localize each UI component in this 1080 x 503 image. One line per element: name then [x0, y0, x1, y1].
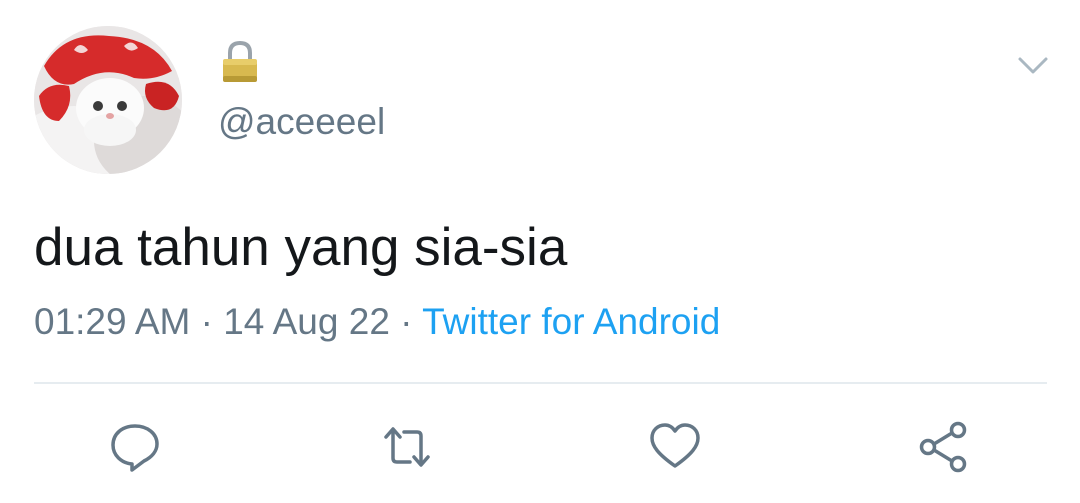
tweet-source-link[interactable]: Twitter for Android [422, 301, 720, 342]
meta-separator: · [389, 301, 423, 342]
heart-icon [650, 423, 700, 468]
lock-icon [223, 40, 257, 82]
share-icon [919, 421, 967, 473]
cat-avatar-image [34, 26, 182, 174]
retweet-button[interactable] [380, 420, 434, 474]
meta-separator: · [190, 301, 224, 342]
user-handle[interactable]: @aceeeel [218, 100, 385, 144]
like-button[interactable] [648, 420, 702, 474]
retweet-icon [384, 427, 430, 467]
tweet-text: dua tahun yang sia-sia [34, 218, 568, 277]
tweet-time: 01:29 AM [34, 301, 191, 342]
divider [34, 382, 1047, 384]
comment-icon [111, 424, 159, 472]
share-button[interactable] [916, 420, 970, 474]
tweet-meta: 01:29 AM · 14 Aug 22 · Twitter for Andro… [34, 298, 720, 346]
reply-button[interactable] [108, 420, 162, 474]
avatar[interactable] [34, 26, 182, 174]
tweet-date: 14 Aug 22 [223, 301, 390, 342]
chevron-down-icon[interactable] [1016, 53, 1050, 79]
